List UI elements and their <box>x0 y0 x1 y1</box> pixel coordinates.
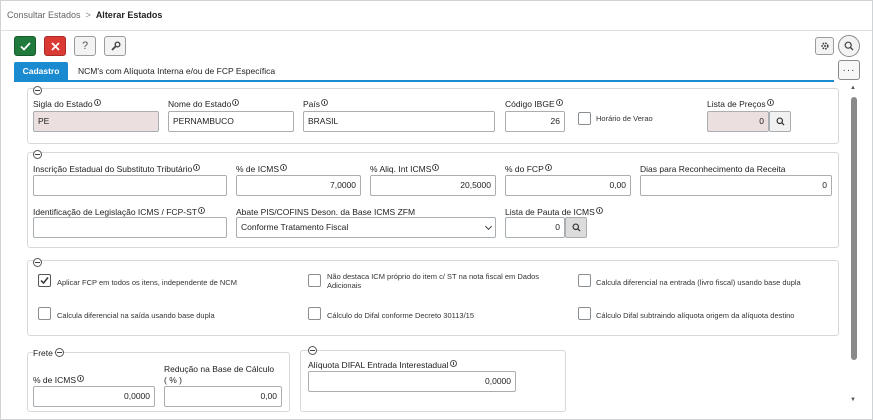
lista-pauta-field[interactable]: 0 <box>505 217 565 238</box>
nome-estado-field[interactable]: PERNAMBUCO <box>168 111 294 132</box>
option-label-aplicar-fcp: Aplicar FCP em todos os itens, independe… <box>57 278 237 287</box>
option-checkbox-difal-subtraindo[interactable] <box>578 307 591 320</box>
dias-receita-field[interactable]: 0 <box>640 175 832 196</box>
abate-pis-label: Abate PIS/COFINS Deson. da Base ICMS ZFM <box>236 207 416 217</box>
breadcrumb-separator: > <box>85 10 91 20</box>
option-checkbox-diferencial-entrada[interactable] <box>578 274 591 287</box>
sigla-field[interactable]: PE <box>33 111 159 132</box>
frete-perc-icms-field[interactable]: 0,0000 <box>33 386 155 407</box>
collapse-estado-icon[interactable] <box>33 86 42 95</box>
lista-pauta-lookup-button[interactable] <box>565 217 587 238</box>
nome-estado-label: Nome do Estado <box>168 99 240 109</box>
option-checkbox-diferencial-saida[interactable] <box>38 307 51 320</box>
scroll-up-icon[interactable]: ▲ <box>850 85 856 91</box>
ident-legislacao-field[interactable] <box>33 217 227 238</box>
info-icon <box>544 164 552 171</box>
help-button[interactable]: ? <box>74 36 96 56</box>
collapse-options-icon[interactable] <box>33 258 42 267</box>
info-icon <box>321 99 329 106</box>
lista-precos-field[interactable]: 0 <box>707 111 769 132</box>
search-icon <box>571 223 581 232</box>
info-icon <box>232 99 240 106</box>
aliquota-difal-field[interactable]: 0,0000 <box>308 371 516 392</box>
perc-fcp-label: % do FCP <box>505 164 552 174</box>
search-icon <box>844 41 854 51</box>
option-label-diferencial-entrada: Calcula diferencial na entrada (livro fi… <box>596 278 801 287</box>
info-icon <box>193 164 201 171</box>
more-options-button[interactable]: ··· <box>838 60 860 80</box>
codigo-ibge-label: Código IBGE <box>505 99 563 109</box>
aliq-int-icms-field[interactable]: 20,5000 <box>370 175 496 196</box>
breadcrumb-parent-link[interactable]: Consultar Estados <box>7 10 81 20</box>
aliquota-difal-label: Alíquota DIFAL Entrada Interestadual <box>308 360 457 370</box>
lista-precos-lookup-button[interactable] <box>769 111 791 132</box>
option-checkbox-aplicar-fcp[interactable] <box>38 274 51 287</box>
tab-underline <box>14 80 834 82</box>
info-icon <box>93 99 101 106</box>
info-icon <box>432 164 440 171</box>
tab-cadastro[interactable]: Cadastro <box>14 62 68 80</box>
option-checkbox-nao-destaca-icm[interactable] <box>308 274 321 287</box>
horario-verao-label: Horário de Verao <box>596 114 653 123</box>
collapse-difal-icon[interactable] <box>308 346 317 355</box>
lista-pauta-label: Lista de Pauta de ICMS <box>505 207 603 217</box>
reducao-base-label: Redução na Base de Cálculo <box>164 364 275 374</box>
save-button[interactable] <box>14 36 36 56</box>
check-icon <box>19 41 31 51</box>
option-label-difal-decreto: Cálculo do Difal conforme Decreto 30113/… <box>327 311 475 320</box>
breadcrumb-current: Alterar Estados <box>95 10 163 20</box>
option-checkbox-difal-decreto[interactable] <box>308 307 321 320</box>
horario-verao-checkbox[interactable] <box>578 112 591 125</box>
lista-precos-label: Lista de Preços <box>707 99 774 109</box>
search-icon <box>775 117 785 126</box>
option-label-diferencial-saida: Calcula diferencial na saída usando base… <box>57 311 215 320</box>
global-search-button[interactable] <box>838 35 860 57</box>
chevron-down-icon <box>484 222 493 231</box>
breadcrumb: Consultar Estados > Alterar Estados <box>7 10 162 20</box>
breadcrumb-divider <box>1 30 872 31</box>
perc-icms-field[interactable]: 7,0000 <box>236 175 361 196</box>
reducao-base-label-unit: ( % ) <box>164 375 182 385</box>
perc-fcp-field[interactable]: 0,00 <box>505 175 631 196</box>
option-label-nao-destaca-icm: Não destaca ICM próprio do item c/ ST na… <box>327 272 540 290</box>
frete-title: Frete <box>33 348 54 358</box>
tools-button[interactable] <box>104 36 126 56</box>
aliq-int-icms-label: % Aliq. Int ICMS <box>370 164 440 174</box>
inscricao-st-label: Inscrição Estadual do Substituto Tributá… <box>33 164 201 174</box>
perc-icms-label: % de ICMS <box>236 164 287 174</box>
abate-pis-select[interactable]: Conforme Tratamento Fiscal <box>236 217 496 238</box>
option-label-difal-subtraindo: Cálculo Difal subtraindo alíquota origem… <box>596 311 795 320</box>
vertical-scrollbar[interactable]: ▲ ▼ <box>848 85 860 408</box>
info-icon <box>197 207 205 214</box>
info-icon <box>77 375 84 382</box>
info-icon <box>595 207 603 214</box>
gear-icon <box>820 42 829 50</box>
pais-label: País <box>303 99 329 109</box>
info-icon <box>449 360 457 367</box>
codigo-ibge-field[interactable]: 26 <box>505 111 565 132</box>
ident-legislacao-label: Identificação de Legislação ICMS / FCP-S… <box>33 207 205 217</box>
sigla-label: Sigla do Estado <box>33 99 101 109</box>
collapse-icms-icon[interactable] <box>33 150 42 159</box>
cancel-button[interactable] <box>44 36 66 56</box>
reducao-base-field[interactable]: 0,00 <box>164 386 282 407</box>
dias-receita-label: Dias para Reconhecimento da Receita <box>640 164 786 174</box>
close-icon <box>50 41 60 51</box>
scroll-down-icon[interactable]: ▼ <box>850 397 856 403</box>
settings-button[interactable] <box>815 37 834 55</box>
collapse-frete-icon[interactable] <box>55 348 64 357</box>
frete-perc-icms-label: % de ICMS <box>33 375 84 385</box>
help-icon: ? <box>81 40 89 52</box>
scroll-thumb[interactable] <box>851 97 857 360</box>
info-icon <box>280 164 287 171</box>
check-icon <box>40 277 49 285</box>
wrench-icon <box>110 41 120 51</box>
inscricao-st-field[interactable] <box>33 175 227 196</box>
info-icon <box>555 99 563 106</box>
pais-field[interactable]: BRASIL <box>303 111 495 132</box>
tab-ncm-aliquota[interactable]: NCM's com Alíquota Interna e/ou de FCP E… <box>78 62 275 80</box>
info-icon <box>766 99 774 106</box>
abate-pis-selected-value: Conforme Tratamento Fiscal <box>241 222 349 232</box>
